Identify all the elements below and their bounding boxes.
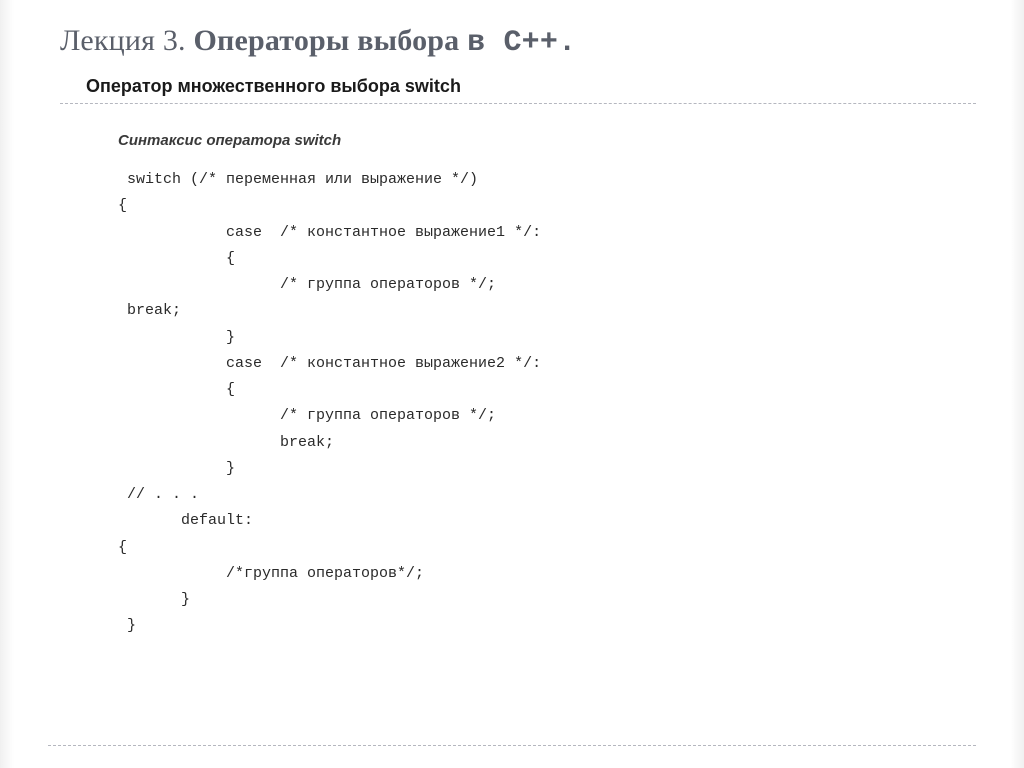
code-line: break; bbox=[118, 302, 181, 319]
code-line: /* группа операторов */; bbox=[118, 276, 496, 293]
section-heading: Синтаксис оператора switch bbox=[118, 132, 976, 149]
code-line: case /* константное выражение2 */: bbox=[118, 355, 541, 372]
code-block: switch (/* переменная или выражение */) … bbox=[118, 167, 976, 640]
content-section: Синтаксис оператора switch switch (/* пе… bbox=[118, 132, 976, 640]
slide-shadow-left bbox=[0, 0, 14, 768]
code-line: // . . . bbox=[118, 486, 199, 503]
slide: Лекция 3. Операторы выбора в С++. Операт… bbox=[0, 0, 1024, 768]
title-bold: Операторы выбора bbox=[193, 24, 467, 57]
title-mono: в С++. bbox=[467, 26, 576, 60]
divider-bottom bbox=[48, 745, 976, 746]
title-prefix: Лекция 3. bbox=[60, 24, 193, 57]
divider-top bbox=[60, 103, 976, 104]
code-line: { bbox=[118, 250, 235, 267]
code-line: { bbox=[118, 539, 127, 556]
code-line: { bbox=[118, 197, 127, 214]
code-line: break; bbox=[118, 434, 334, 451]
code-line: /* группа операторов */; bbox=[118, 407, 496, 424]
slide-title: Лекция 3. Операторы выбора в С++. bbox=[60, 24, 976, 60]
code-line: } bbox=[118, 460, 235, 477]
code-line: switch (/* переменная или выражение */) bbox=[118, 171, 478, 188]
code-line: case /* константное выражение1 */: bbox=[118, 224, 541, 241]
slide-shadow-right bbox=[1010, 0, 1024, 768]
code-line: } bbox=[118, 591, 190, 608]
code-line: } bbox=[118, 617, 136, 634]
slide-subtitle: Оператор множественного выбора switch bbox=[86, 76, 976, 103]
code-line: { bbox=[118, 381, 235, 398]
code-line: /*группа операторов*/; bbox=[118, 565, 424, 582]
code-line: default: bbox=[118, 512, 253, 529]
code-line: } bbox=[118, 329, 235, 346]
